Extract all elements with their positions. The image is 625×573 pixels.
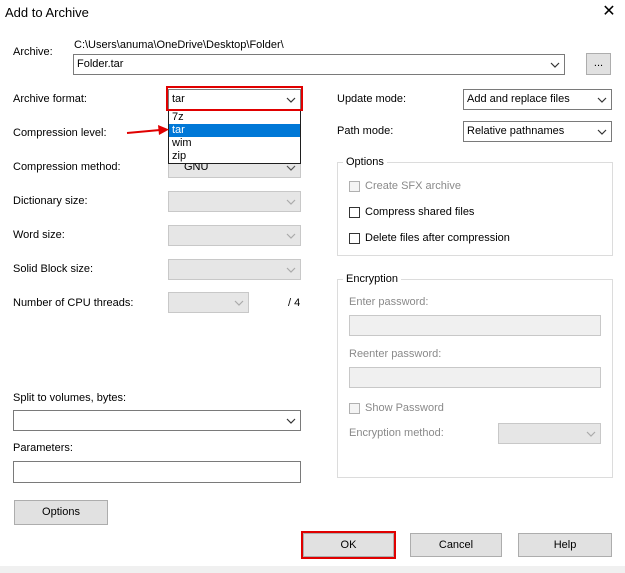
- dictionary-size-label: Dictionary size:: [13, 195, 88, 207]
- cpu-threads-label: Number of CPU threads:: [13, 297, 134, 309]
- update-mode-select[interactable]: Add and replace files: [463, 89, 612, 110]
- update-mode-value: Add and replace files: [467, 93, 570, 105]
- archive-label: Archive:: [13, 46, 53, 58]
- delete-after-label: Delete files after compression: [365, 232, 510, 244]
- solid-block-select[interactable]: [168, 259, 301, 280]
- chevron-down-icon: [234, 300, 244, 306]
- archive-format-dropdown-list[interactable]: 7z tar wim zip: [168, 110, 301, 164]
- compression-level-label: Compression level:: [13, 127, 107, 139]
- encryption-method-select[interactable]: [498, 423, 601, 444]
- compress-shared-label: Compress shared files: [365, 206, 475, 218]
- word-size-label: Word size:: [13, 229, 65, 241]
- chevron-down-icon: [286, 418, 296, 424]
- enter-password-label: Enter password:: [349, 296, 429, 308]
- dictionary-size-select[interactable]: [168, 191, 301, 212]
- reenter-password-label: Reenter password:: [349, 348, 442, 360]
- enter-password-input[interactable]: [349, 315, 601, 336]
- options-group-title: Options: [343, 156, 387, 168]
- create-sfx-label: Create SFX archive: [365, 180, 461, 192]
- bottom-strip: [0, 566, 625, 573]
- split-volumes-combo[interactable]: [13, 410, 301, 431]
- encryption-method-label: Encryption method:: [349, 427, 444, 439]
- cancel-button[interactable]: Cancel: [410, 533, 502, 557]
- chevron-down-icon: [286, 233, 296, 239]
- encryption-group-title: Encryption: [343, 273, 401, 285]
- window-title: Add to Archive: [5, 5, 89, 20]
- format-option-tar[interactable]: tar: [169, 124, 300, 137]
- archive-format-label: Archive format:: [13, 93, 87, 105]
- help-button[interactable]: Help: [518, 533, 612, 557]
- chevron-down-icon: [286, 199, 296, 205]
- archive-name-value: Folder.tar: [77, 58, 124, 70]
- show-password-checkbox[interactable]: [349, 403, 360, 414]
- chevron-down-icon: [286, 267, 296, 273]
- archive-path: C:\Users\anuma\OneDrive\Desktop\Folder\: [74, 39, 284, 51]
- format-option-7z[interactable]: 7z: [169, 111, 300, 124]
- chevron-down-icon: [597, 97, 607, 103]
- archive-name-combo[interactable]: Folder.tar: [73, 54, 565, 75]
- path-mode-label: Path mode:: [337, 125, 394, 137]
- format-option-wim[interactable]: wim: [169, 137, 300, 150]
- chevron-down-icon: [550, 62, 560, 68]
- cpu-threads-select[interactable]: [168, 292, 249, 313]
- browse-button[interactable]: ...: [586, 53, 611, 75]
- parameters-label: Parameters:: [13, 442, 73, 454]
- delete-after-checkbox[interactable]: [349, 233, 360, 244]
- chevron-down-icon: [586, 431, 596, 437]
- update-mode-label: Update mode:: [337, 93, 407, 105]
- split-volumes-label: Split to volumes, bytes:: [13, 392, 127, 404]
- title-bar: [0, 0, 625, 26]
- options-button[interactable]: Options: [14, 500, 108, 525]
- ok-button-highlight: [301, 531, 396, 559]
- close-icon[interactable]: ✕: [600, 3, 618, 21]
- word-size-select[interactable]: [168, 225, 301, 246]
- path-mode-select[interactable]: Relative pathnames: [463, 121, 612, 142]
- path-mode-value: Relative pathnames: [467, 125, 565, 137]
- show-password-label: Show Password: [365, 402, 444, 414]
- archive-format-highlight: [166, 86, 303, 111]
- chevron-down-icon: [597, 129, 607, 135]
- solid-block-label: Solid Block size:: [13, 263, 94, 275]
- cpu-threads-total: / 4: [288, 297, 301, 309]
- compress-shared-checkbox[interactable]: [349, 207, 360, 218]
- parameters-input[interactable]: [13, 461, 301, 483]
- red-arrow-icon: [126, 125, 169, 135]
- chevron-down-icon: [286, 165, 296, 171]
- compression-method-label: Compression method:: [13, 161, 121, 173]
- create-sfx-checkbox[interactable]: [349, 181, 360, 192]
- format-option-zip[interactable]: zip: [169, 150, 300, 163]
- reenter-password-input[interactable]: [349, 367, 601, 388]
